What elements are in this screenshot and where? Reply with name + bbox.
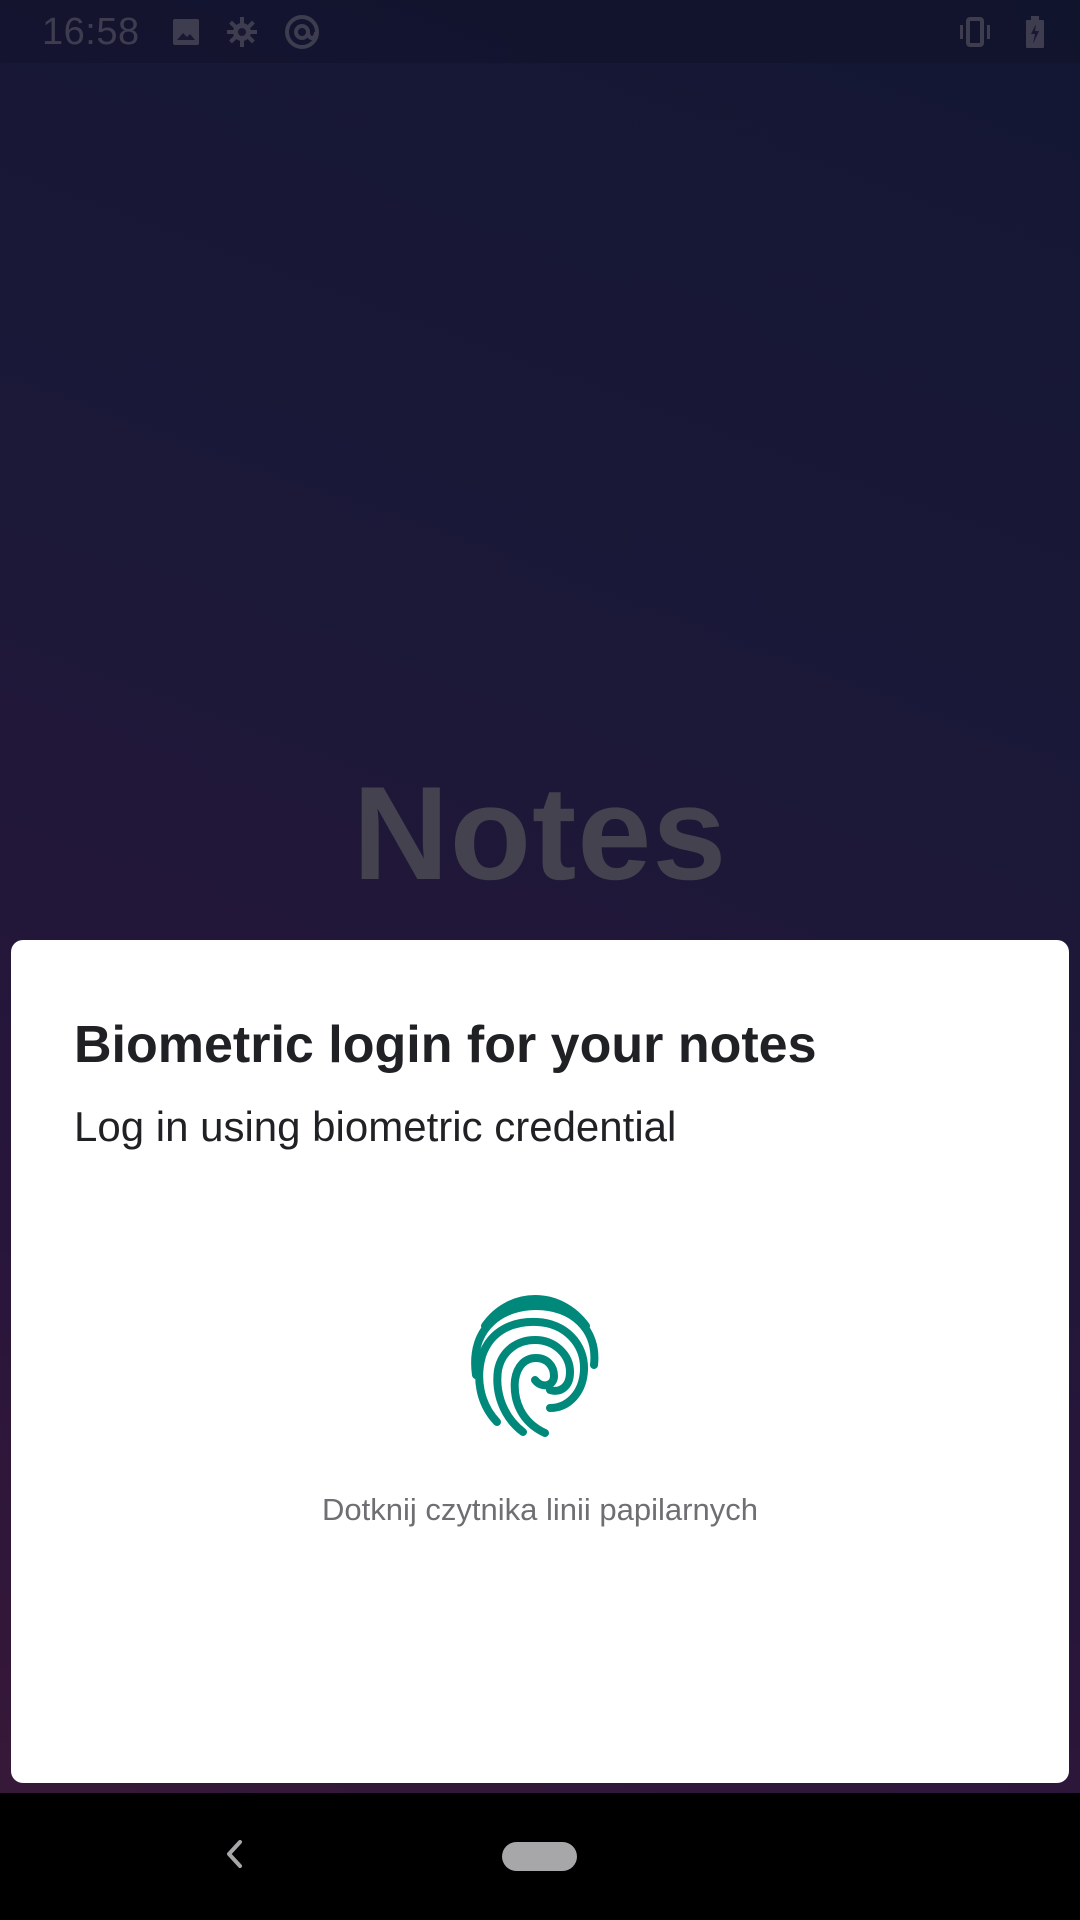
app-title: Notes xyxy=(352,760,728,908)
biometric-login-dialog: Biometric login for your notes Log in us… xyxy=(11,940,1069,1783)
fingerprint-hint: Dotknij czytnika linii papilarnych xyxy=(322,1492,758,1527)
fingerprint-icon[interactable] xyxy=(467,1290,602,1440)
home-pill-icon[interactable] xyxy=(502,1842,577,1871)
system-navigation-bar xyxy=(0,1793,1080,1920)
dialog-subtitle: Log in using biometric credential xyxy=(74,1103,677,1150)
dialog-title: Biometric login for your notes xyxy=(74,1016,817,1074)
image-icon xyxy=(171,17,201,47)
android-screen: 16:58 Notes Biometric login for your not… xyxy=(0,0,1080,1920)
back-icon[interactable] xyxy=(214,1833,256,1875)
gear-icon xyxy=(225,15,259,49)
battery-charging-icon xyxy=(1024,15,1046,49)
status-bar: 16:58 xyxy=(0,0,1080,63)
at-sign-icon xyxy=(283,13,321,51)
status-bar-left: 16:58 xyxy=(42,13,345,51)
status-time: 16:58 xyxy=(42,10,140,53)
vibrate-icon xyxy=(956,15,994,49)
status-bar-right xyxy=(926,15,1046,49)
